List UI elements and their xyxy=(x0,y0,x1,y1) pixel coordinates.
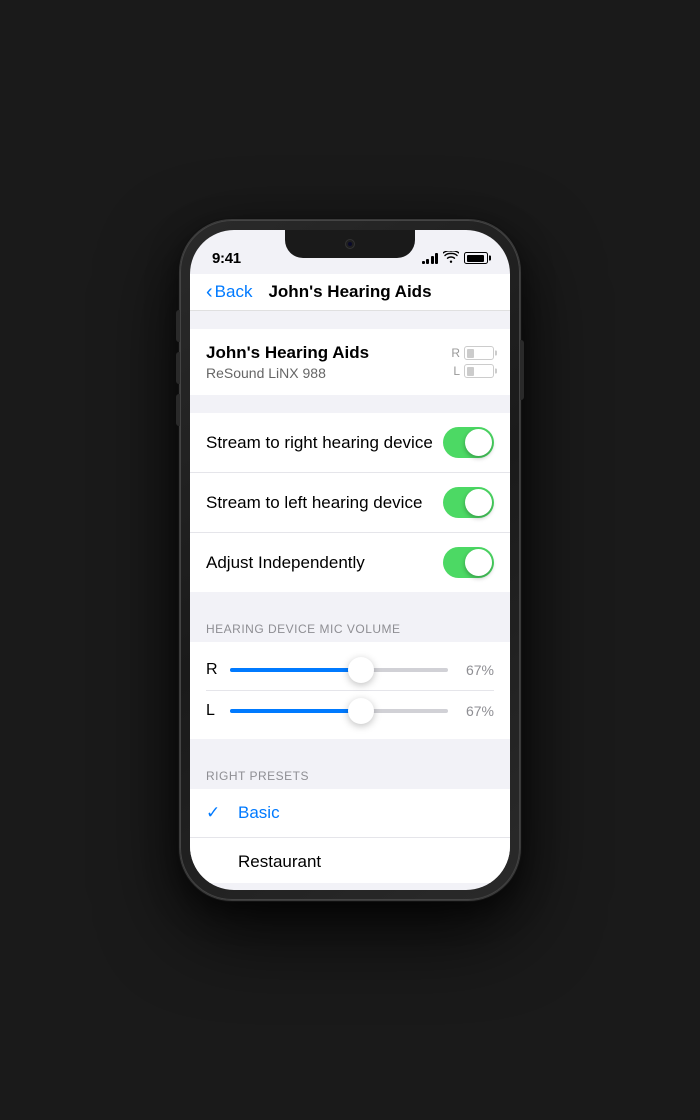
signal-bar-1 xyxy=(422,261,425,264)
back-chevron-icon: ‹ xyxy=(206,281,213,304)
signal-bar-2 xyxy=(426,259,429,264)
mini-battery-fill-r xyxy=(467,349,475,358)
signal-bar-4 xyxy=(435,253,438,264)
presets-section-header: RIGHT PRESETS xyxy=(190,757,510,789)
battery-row-l: L xyxy=(453,364,494,378)
nav-title: John's Hearing Aids xyxy=(268,282,431,302)
front-camera xyxy=(345,239,355,249)
slider-section: R 67% L 67% xyxy=(190,642,510,739)
back-button[interactable]: ‹ Back xyxy=(206,281,252,304)
toggle-row-adjust: Adjust Independently xyxy=(190,533,510,592)
status-icons xyxy=(422,251,489,266)
battery-indicators: R L xyxy=(451,346,494,378)
toggle-knob-stream-left xyxy=(465,489,492,516)
spacer-1 xyxy=(190,395,510,413)
slider-row-r: R 67% xyxy=(206,650,494,691)
spacer-3 xyxy=(190,739,510,757)
toggle-switch-stream-left[interactable] xyxy=(443,487,494,518)
toggle-switch-adjust[interactable] xyxy=(443,547,494,578)
toggle-knob-adjust xyxy=(465,549,492,576)
battery-row-r: R xyxy=(451,346,494,360)
preset-checkmark-basic: ✓ xyxy=(206,803,226,823)
notch xyxy=(285,230,415,258)
toggle-label-stream-left: Stream to left hearing device xyxy=(206,493,422,513)
top-spacer xyxy=(190,311,510,329)
slider-section-header: HEARING DEVICE MIC VOLUME xyxy=(190,610,510,642)
signal-bar-3 xyxy=(431,256,434,264)
signal-bars-icon xyxy=(422,252,439,264)
slider-header-label: HEARING DEVICE MIC VOLUME xyxy=(206,622,401,636)
content-area: John's Hearing Aids ReSound LiNX 988 R L xyxy=(190,311,510,883)
device-info: John's Hearing Aids ReSound LiNX 988 xyxy=(206,343,369,381)
slider-value-l: 67% xyxy=(458,703,494,719)
slider-track-r[interactable] xyxy=(230,660,448,680)
toggle-label-stream-right: Stream to right hearing device xyxy=(206,433,433,453)
slider-track-fill-r xyxy=(230,668,361,672)
mini-battery-r xyxy=(464,346,494,360)
spacer-2 xyxy=(190,592,510,610)
back-label: Back xyxy=(215,282,253,302)
phone-screen: 9:41 xyxy=(190,230,510,890)
mini-battery-fill-l xyxy=(467,367,475,376)
phone-frame: 9:41 xyxy=(180,220,520,900)
preset-label-basic: Basic xyxy=(238,803,280,823)
slider-track-fill-l xyxy=(230,709,361,713)
slider-label-r: R xyxy=(206,661,220,679)
mini-battery-l xyxy=(464,364,494,378)
battery-fill xyxy=(467,255,484,262)
slider-value-r: 67% xyxy=(458,662,494,678)
status-time: 9:41 xyxy=(212,250,241,267)
slider-thumb-l[interactable] xyxy=(348,698,374,724)
toggle-section: Stream to right hearing device Stream to… xyxy=(190,413,510,592)
toggle-row-stream-left: Stream to left hearing device xyxy=(190,473,510,533)
nav-bar: ‹ Back John's Hearing Aids xyxy=(190,274,510,311)
preset-label-restaurant: Restaurant xyxy=(238,852,321,872)
preset-row-restaurant[interactable]: ✓ Restaurant xyxy=(190,838,510,883)
presets-section: ✓ Basic ✓ Restaurant ✓ Outdoor ✓ Party xyxy=(190,789,510,883)
slider-track-l[interactable] xyxy=(230,701,448,721)
battery-label-l: L xyxy=(453,364,460,378)
device-name: John's Hearing Aids xyxy=(206,343,369,363)
toggle-label-adjust: Adjust Independently xyxy=(206,553,365,573)
slider-thumb-r[interactable] xyxy=(348,657,374,683)
device-model: ReSound LiNX 988 xyxy=(206,365,369,381)
toggle-switch-stream-right[interactable] xyxy=(443,427,494,458)
preset-row-basic[interactable]: ✓ Basic xyxy=(190,789,510,838)
battery-label-r: R xyxy=(451,346,460,360)
battery-icon xyxy=(464,252,488,264)
toggle-knob-stream-right xyxy=(465,429,492,456)
device-card: John's Hearing Aids ReSound LiNX 988 R L xyxy=(190,329,510,395)
wifi-icon xyxy=(443,251,459,266)
toggle-row-stream-right: Stream to right hearing device xyxy=(190,413,510,473)
presets-header-label: RIGHT PRESETS xyxy=(206,769,309,783)
slider-row-l: L 67% xyxy=(206,691,494,731)
slider-label-l: L xyxy=(206,702,220,720)
